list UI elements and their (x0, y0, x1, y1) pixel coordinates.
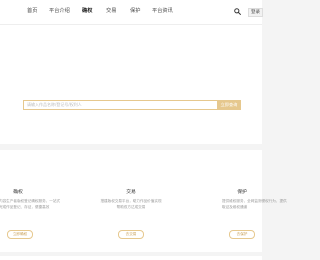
top-navigation-bar: 首页 平台介绍 确权 交易 保护 平台资讯 登录 (0, 0, 263, 25)
nav-item-rights-confirmation[interactable]: 确权 (82, 8, 92, 15)
nav-item-home[interactable]: 首页 (27, 8, 37, 15)
feature-button-protect[interactable]: 去保护 (229, 230, 255, 239)
feature-description: 提供维权服务，全网监测侵权行为，提供 取证及维权通道 (222, 199, 287, 209)
feature-section: 确权 内容生产者版权登记确权服务，一站式 完成作品登记、存证，便捷高效 立即确权… (0, 150, 287, 252)
hero-banner: 请输入作品名称/登记号/权利人 立即查询 (0, 25, 262, 144)
nav-item-protection[interactable]: 保护 (130, 8, 140, 15)
feature-card-confirmation: 确权 内容生产者版权登记确权服务，一站式 完成作品登记、存证，便捷高效 立即确权 (0, 150, 73, 252)
feature-card-trading: 交易 搭建版权交易平台，助力作品价值实现 帮助双方达成交易 去交易 (76, 150, 186, 252)
feature-button-confirm[interactable]: 立即确权 (7, 230, 33, 239)
login-button[interactable]: 登录 (248, 8, 263, 17)
search-input[interactable]: 请输入作品名称/登记号/权利人 (23, 100, 217, 110)
nav-item-news[interactable]: 平台资讯 (152, 8, 173, 15)
search-bar: 请输入作品名称/登记号/权利人 立即查询 (23, 100, 241, 110)
feature-title: 交易 (126, 190, 136, 195)
nav-item-platform-intro[interactable]: 平台介绍 (49, 8, 70, 15)
search-button[interactable]: 立即查询 (217, 100, 241, 110)
feature-title: 保护 (237, 190, 247, 195)
feature-title: 确权 (13, 190, 23, 195)
feature-description: 搭建版权交易平台，助力作品价值实现 帮助双方达成交易 (100, 199, 162, 209)
feature-button-trade[interactable]: 去交易 (118, 230, 144, 239)
feature-description: 内容生产者版权登记确权服务，一站式 完成作品登记、存证，便捷高效 (0, 199, 61, 209)
feature-card-protection: 保护 提供维权服务，全网监测侵权行为，提供 取证及维权通道 去保护 (187, 150, 297, 252)
footer-strip (0, 256, 262, 260)
nav-item-trading[interactable]: 交易 (106, 8, 116, 15)
search-icon[interactable] (234, 8, 241, 15)
